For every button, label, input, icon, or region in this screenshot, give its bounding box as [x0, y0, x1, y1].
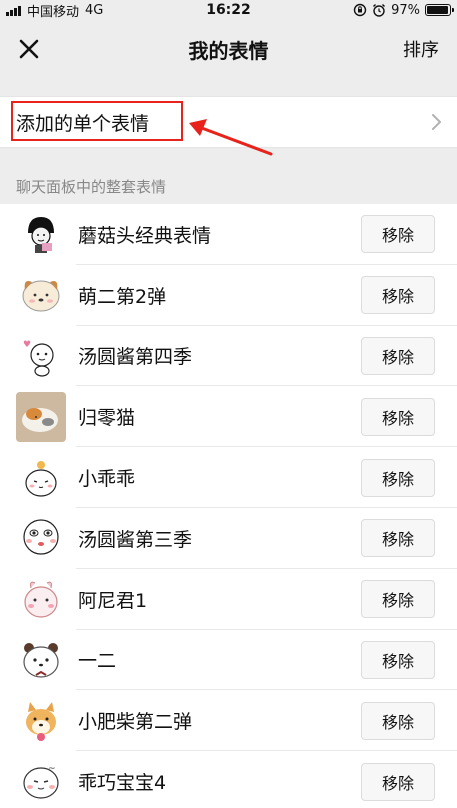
pack-name: 小乖乖 — [78, 468, 136, 491]
svg-text:♥: ♥ — [23, 340, 31, 350]
list-item: 归零猫 移除 — [0, 386, 457, 447]
pack-thumbnail-mushroom-icon — [16, 209, 66, 260]
battery-fill — [427, 6, 449, 14]
list-item: 萌二第2弹 移除 — [0, 265, 457, 326]
pack-name: 归零猫 — [78, 407, 136, 430]
list-item: ~ 乖巧宝宝4 移除 — [0, 751, 457, 808]
battery-percent: 97% — [391, 2, 420, 18]
remove-button[interactable]: 移除 — [361, 580, 435, 619]
pack-name: 蘑菇头经典表情 — [78, 224, 212, 247]
alarm-icon — [373, 4, 386, 17]
pack-name: 乖巧宝宝4 — [78, 772, 167, 795]
list-item: 小肥柴第二弹 移除 — [0, 690, 457, 751]
pack-name: 阿尼君1 — [78, 589, 148, 612]
list-item: 蘑菇头经典表情 移除 — [0, 204, 457, 265]
single-stickers-label: 添加的单个表情 — [16, 112, 150, 135]
list-item: 一二 移除 — [0, 630, 457, 691]
pack-name: 萌二第2弹 — [78, 285, 167, 308]
orientation-lock-icon — [353, 3, 367, 17]
status-bar: 中国移动 4G 16:22 97% — [0, 0, 457, 20]
remove-button[interactable]: 移除 — [361, 276, 435, 315]
pack-thumbnail-shiba-icon — [16, 695, 66, 746]
pack-thumbnail-yier-bear-icon — [16, 634, 66, 685]
sticker-pack-list: 蘑菇头经典表情 移除 萌二第2弹 移除 ♥ 汤圆酱第四季 移除 归零猫 移除 小… — [0, 204, 457, 808]
remove-button[interactable]: 移除 — [361, 519, 435, 558]
remove-button[interactable]: 移除 — [361, 762, 435, 801]
remove-button[interactable]: 移除 — [361, 397, 435, 436]
remove-button[interactable]: 移除 — [361, 215, 435, 254]
pack-thumbnail-tangyuan-3-icon — [16, 513, 66, 564]
list-item: 汤圆酱第三季 移除 — [0, 508, 457, 569]
network-label: 4G — [85, 2, 104, 18]
pack-thumbnail-cat-photo-icon — [16, 391, 66, 442]
nav-bar: 我的表情 排序 — [0, 20, 457, 78]
pack-thumbnail-xiaoguaiguai-icon — [16, 452, 66, 503]
list-item: ♥ 汤圆酱第四季 移除 — [0, 326, 457, 387]
single-stickers-row[interactable]: 添加的单个表情 — [0, 96, 457, 148]
close-icon — [19, 39, 39, 59]
pack-thumbnail-dog-icon — [16, 270, 66, 321]
close-button[interactable] — [14, 34, 44, 64]
status-right: 97% — [353, 2, 454, 18]
section-header: 聊天面板中的整套表情 — [16, 178, 167, 196]
remove-button[interactable]: 移除 — [361, 701, 435, 740]
remove-button[interactable]: 移除 — [361, 640, 435, 679]
pack-name: 汤圆酱第四季 — [78, 346, 193, 369]
signal-icon — [6, 5, 21, 16]
pack-name: 一二 — [78, 650, 117, 673]
carrier-label: 中国移动 — [27, 4, 80, 20]
remove-button[interactable]: 移除 — [361, 336, 435, 375]
status-left: 中国移动 4G — [6, 1, 103, 20]
pack-name: 小肥柴第二弹 — [78, 711, 193, 734]
page-title: 我的表情 — [188, 38, 269, 63]
pack-thumbnail-guaiqiao-baby-icon: ~ — [16, 756, 66, 807]
pack-thumbnail-tangyuan-icon: ♥ — [16, 330, 66, 381]
list-item: 小乖乖 移除 — [0, 447, 457, 508]
battery-icon — [425, 4, 454, 16]
list-item: 阿尼君1 移除 — [0, 569, 457, 630]
remove-button[interactable]: 移除 — [361, 458, 435, 497]
svg-text:~: ~ — [48, 764, 56, 774]
chevron-right-icon — [432, 114, 441, 130]
sort-button[interactable]: 排序 — [403, 36, 439, 62]
pack-thumbnail-anijun-icon — [16, 574, 66, 625]
pack-name: 汤圆酱第三季 — [78, 528, 193, 551]
